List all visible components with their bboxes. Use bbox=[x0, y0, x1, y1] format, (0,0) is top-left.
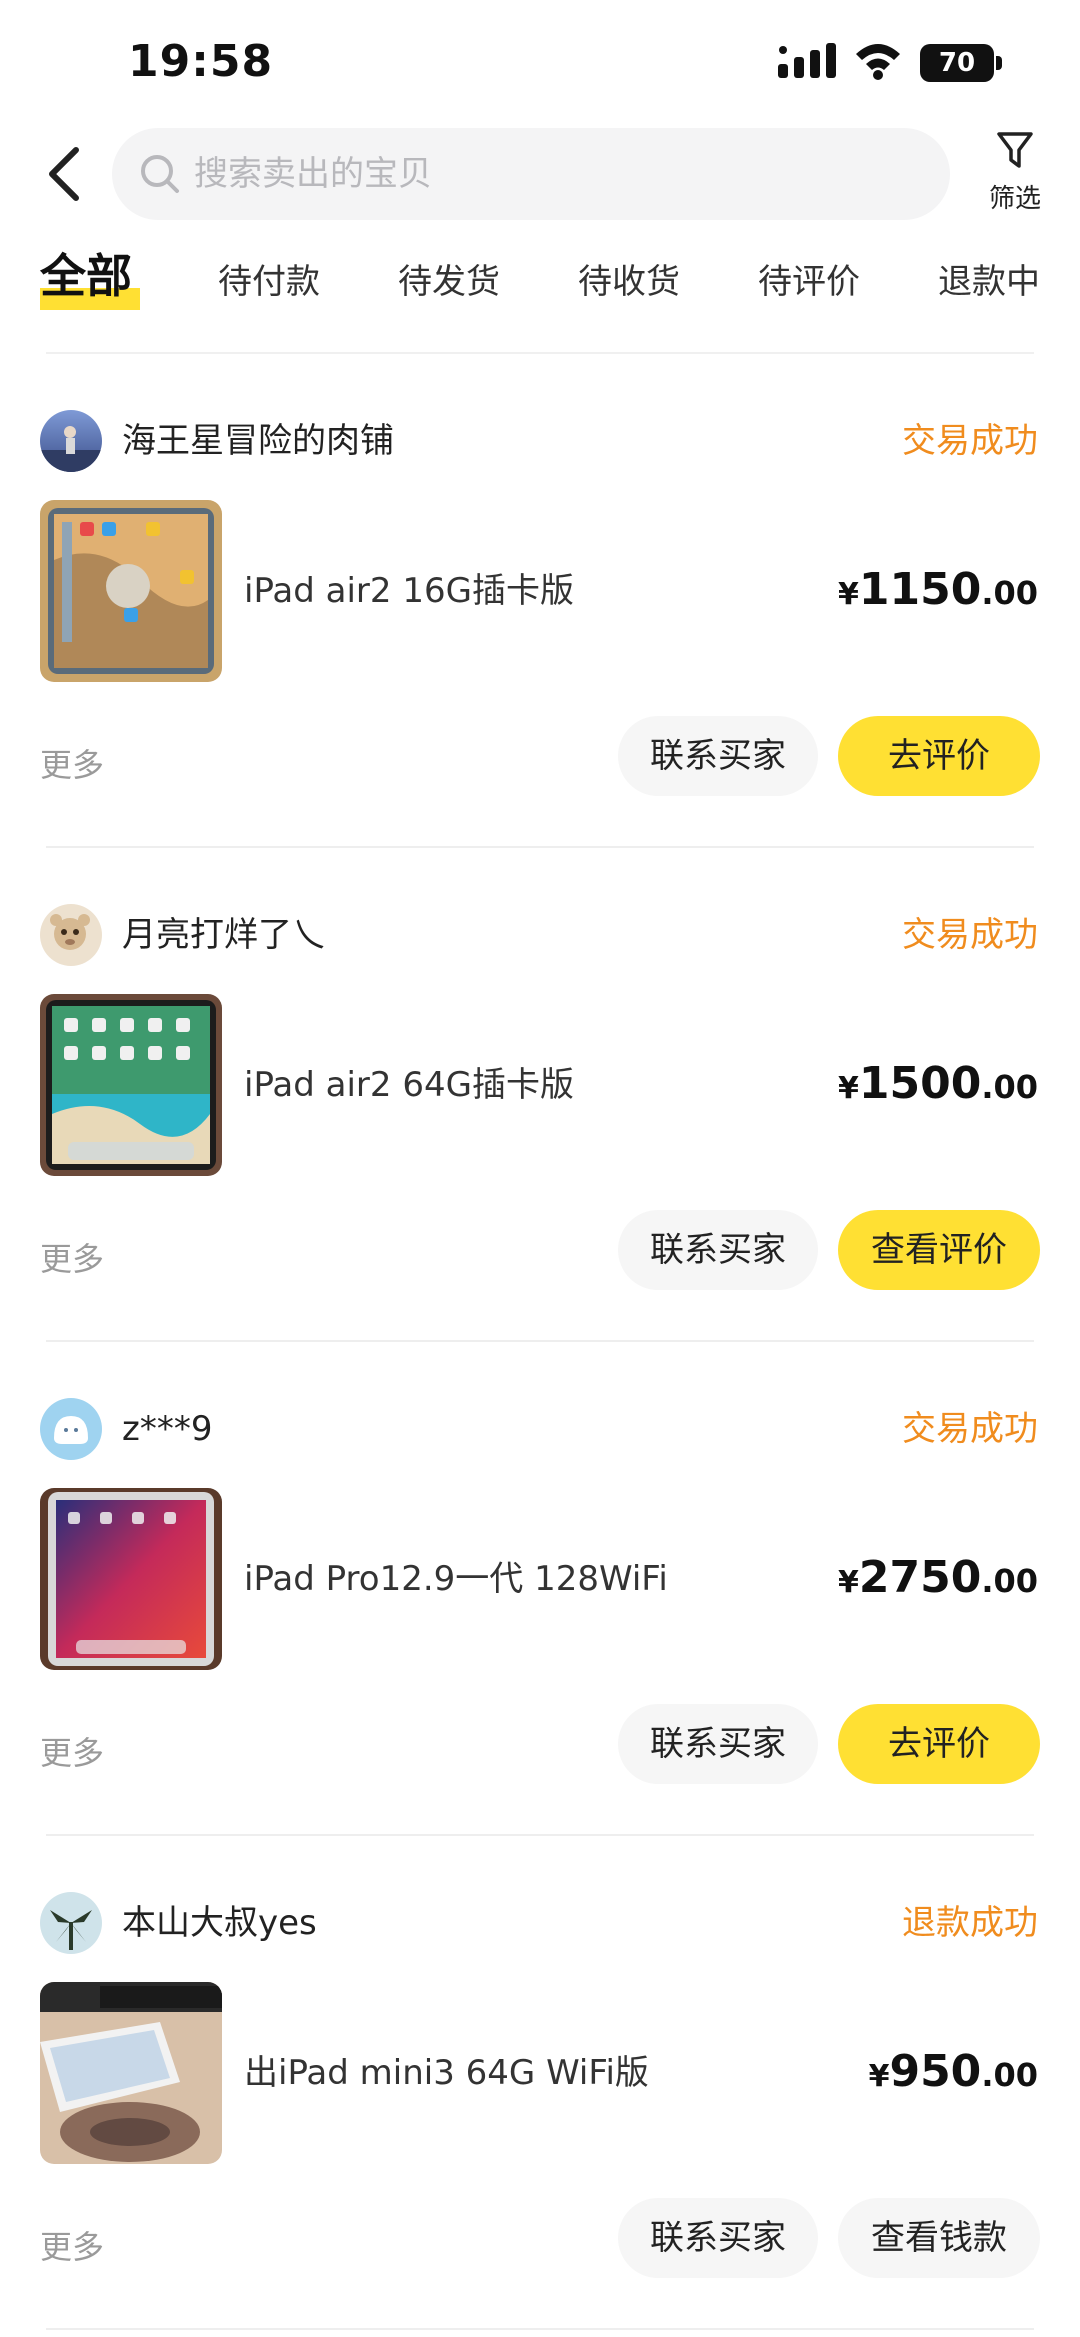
product-thumbnail[interactable] bbox=[40, 1488, 222, 1670]
product-price: ¥1150.00 bbox=[838, 560, 1038, 629]
product-thumbnail[interactable] bbox=[40, 1982, 222, 2164]
buyer-name[interactable]: 本山大叔yes bbox=[122, 1898, 317, 1948]
tab-refunding[interactable]: 退款中 bbox=[938, 258, 1040, 306]
product-title[interactable]: 出iPad mini3 64G WiFi版 bbox=[244, 2048, 649, 2098]
order-status: 交易成功 bbox=[902, 915, 1038, 955]
search-input[interactable]: 搜索卖出的宝贝 bbox=[112, 128, 950, 220]
price-decimal: .00 bbox=[981, 1068, 1038, 1106]
product-title[interactable]: iPad Pro12.9一代 128WiFi bbox=[244, 1554, 668, 1604]
price-currency: ¥ bbox=[837, 1071, 859, 1106]
more-button[interactable]: 更多 bbox=[40, 2222, 104, 2272]
wifi-icon bbox=[856, 44, 900, 80]
battery-level: 70 bbox=[920, 44, 994, 82]
product-price: ¥2750.00 bbox=[838, 1548, 1038, 1617]
price-decimal: .00 bbox=[981, 2056, 1038, 2094]
contact-buyer-button[interactable]: 联系买家 bbox=[618, 2198, 818, 2278]
cellular-signal-icon bbox=[778, 43, 836, 78]
price-integer: 1150 bbox=[858, 564, 982, 615]
view-funds-button[interactable]: 查看钱款 bbox=[838, 2198, 1040, 2278]
buyer-avatar[interactable] bbox=[40, 410, 102, 472]
more-button[interactable]: 更多 bbox=[40, 1728, 104, 1778]
tab-pending-review[interactable]: 待评价 bbox=[758, 258, 860, 306]
product-price: ¥1500.00 bbox=[838, 1054, 1038, 1123]
order-status: 交易成功 bbox=[902, 421, 1038, 461]
price-decimal: .00 bbox=[981, 574, 1038, 612]
tab-pending-payment[interactable]: 待付款 bbox=[218, 258, 320, 306]
buyer-avatar[interactable] bbox=[40, 904, 102, 966]
tab-all[interactable]: 全部 bbox=[40, 252, 132, 300]
card-divider bbox=[46, 2328, 1034, 2330]
filter-funnel-icon bbox=[997, 132, 1033, 168]
filter-button[interactable]: 筛选 bbox=[982, 130, 1048, 226]
write-review-button[interactable]: 去评价 bbox=[838, 716, 1040, 796]
battery-icon: 70 bbox=[920, 44, 1002, 82]
product-title[interactable]: iPad air2 64G插卡版 bbox=[244, 1060, 574, 1110]
product-thumbnail[interactable] bbox=[40, 994, 222, 1176]
buyer-name[interactable]: 月亮打烊了乀 bbox=[122, 910, 326, 960]
product-thumbnail[interactable] bbox=[40, 500, 222, 682]
buyer-avatar[interactable] bbox=[40, 1892, 102, 1954]
order-card[interactable]: z***9 交易成功 iPad Pro12.9一代 128WiFi ¥2750.… bbox=[0, 1342, 1080, 1836]
price-integer: 1500 bbox=[858, 1058, 982, 1109]
back-arrow-icon[interactable] bbox=[40, 142, 90, 206]
order-status-tabs: 全部 待付款 待发货 待收货 待评价 退款中 bbox=[0, 244, 1080, 324]
contact-buyer-button[interactable]: 联系买家 bbox=[618, 1210, 818, 1290]
product-title[interactable]: iPad air2 16G插卡版 bbox=[244, 566, 574, 616]
search-placeholder: 搜索卖出的宝贝 bbox=[194, 154, 432, 194]
status-bar: 19:58 70 bbox=[0, 0, 1080, 120]
tab-pending-shipment[interactable]: 待发货 bbox=[398, 258, 500, 306]
price-currency: ¥ bbox=[837, 577, 859, 612]
order-status: 退款成功 bbox=[902, 1903, 1038, 1943]
product-price: ¥950.00 bbox=[869, 2042, 1038, 2111]
battery-tip bbox=[996, 56, 1002, 70]
status-time: 19:58 bbox=[128, 36, 274, 87]
price-integer: 950 bbox=[889, 2046, 982, 2097]
price-integer: 2750 bbox=[858, 1552, 982, 1603]
price-decimal: .00 bbox=[981, 1562, 1038, 1600]
more-button[interactable]: 更多 bbox=[40, 740, 104, 790]
more-button[interactable]: 更多 bbox=[40, 1234, 104, 1284]
buyer-name[interactable]: z***9 bbox=[122, 1404, 212, 1454]
buyer-name[interactable]: 海王星冒险的肉铺 bbox=[122, 416, 394, 466]
tab-pending-receipt[interactable]: 待收货 bbox=[578, 258, 680, 306]
order-status: 交易成功 bbox=[902, 1409, 1038, 1449]
search-icon bbox=[141, 155, 179, 193]
contact-buyer-button[interactable]: 联系买家 bbox=[618, 1704, 818, 1784]
view-review-button[interactable]: 查看评价 bbox=[838, 1210, 1040, 1290]
order-card[interactable]: 月亮打烊了乀 交易成功 iPad air2 64G插卡版 ¥1500.00 更多… bbox=[0, 848, 1080, 1342]
price-currency: ¥ bbox=[868, 2059, 890, 2094]
buyer-avatar[interactable] bbox=[40, 1398, 102, 1460]
order-card[interactable]: 本山大叔yes 退款成功 出iPad mini3 64G WiFi版 ¥950.… bbox=[0, 1836, 1080, 2330]
write-review-button[interactable]: 去评价 bbox=[838, 1704, 1040, 1784]
order-card[interactable]: 海王星冒险的肉铺 交易成功 iPad air2 16G插卡版 ¥1150.00 … bbox=[0, 354, 1080, 848]
filter-label: 筛选 bbox=[988, 184, 1041, 214]
contact-buyer-button[interactable]: 联系买家 bbox=[618, 716, 818, 796]
price-currency: ¥ bbox=[837, 1565, 859, 1600]
